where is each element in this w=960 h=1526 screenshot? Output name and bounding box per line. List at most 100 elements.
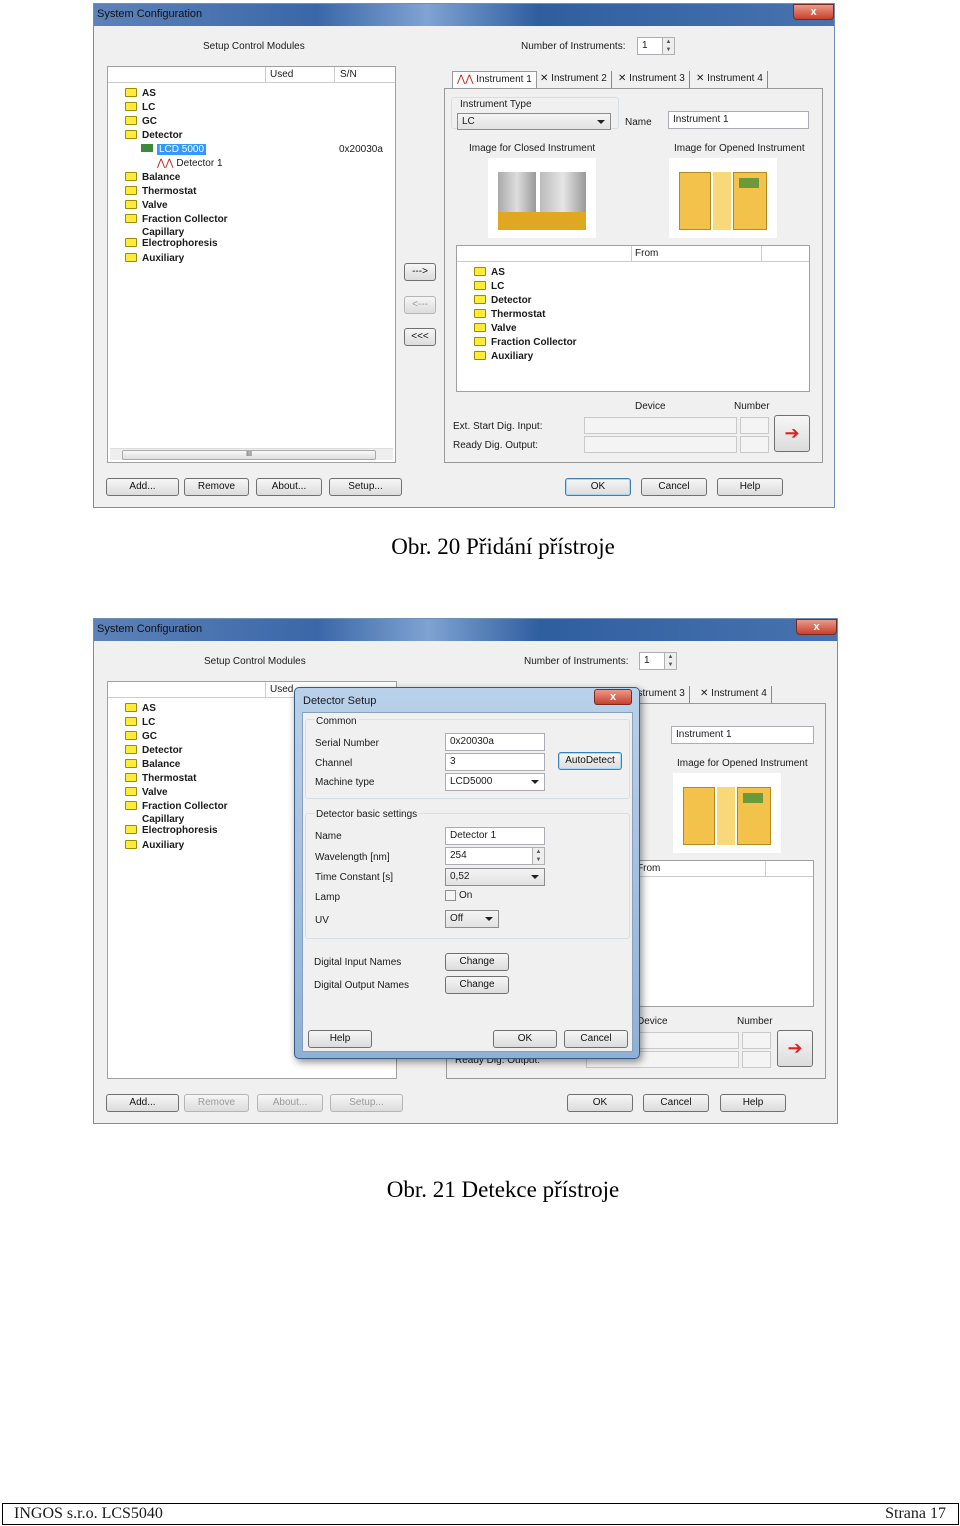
close-button[interactable]: x	[793, 4, 834, 20]
number-of-instruments-input[interactable]: 1	[637, 37, 663, 55]
list-item[interactable]: Auxiliary	[474, 350, 533, 364]
setup-button[interactable]: Setup...	[330, 1094, 403, 1112]
ext-start-number-select[interactable]	[740, 417, 769, 434]
detector-name-input[interactable]: Detector 1	[445, 827, 545, 845]
tree-item[interactable]: Balance	[125, 171, 180, 185]
tree-item[interactable]: ⋀⋀ Detector 1	[157, 157, 223, 171]
instrument-name-input[interactable]: Instrument 1	[671, 726, 814, 744]
cancel-button[interactable]: Cancel	[641, 478, 707, 496]
column-used[interactable]: Used	[270, 684, 293, 695]
tree-item[interactable]: AS	[125, 702, 156, 716]
uv-select[interactable]: Off	[445, 910, 499, 928]
tab-instrument-4[interactable]: ✕ Instrument 4	[692, 71, 768, 88]
change-input-names-button[interactable]: Change	[445, 953, 509, 971]
column-used[interactable]: Used	[270, 69, 293, 80]
column-from[interactable]: From	[637, 863, 660, 874]
close-button[interactable]: x	[796, 619, 837, 635]
channel-input[interactable]: 3	[445, 753, 545, 771]
instrument-name-input[interactable]: Instrument 1	[668, 111, 809, 129]
tree-item[interactable]: AS	[125, 87, 156, 101]
dialog-close-button[interactable]: x	[594, 689, 632, 705]
closed-instrument-image[interactable]	[488, 158, 596, 238]
ready-output-number-select[interactable]	[742, 1051, 771, 1068]
tree-item[interactable]: Capillary Electrophoresis	[125, 814, 232, 836]
ok-button[interactable]: OK	[565, 478, 631, 496]
tree-item[interactable]: Valve	[125, 786, 168, 800]
cancel-button[interactable]: Cancel	[643, 1094, 709, 1112]
available-modules-list[interactable]: From AS LC Detector Thermostat Valve Fraction…	[456, 245, 810, 392]
tree-item[interactable]: Capillary Electrophoresis	[125, 227, 232, 249]
tree-item[interactable]: Fraction Collector	[125, 800, 228, 814]
tab-instrument-4[interactable]: ✕ Instrument 4	[696, 686, 772, 703]
serial-number-input[interactable]: 0x20030a	[445, 733, 545, 751]
modules-tree[interactable]: Used S/N AS LC GC Detector LCD 5000 0x20030a ⋀…	[107, 66, 396, 463]
opened-instrument-image[interactable]	[669, 158, 777, 238]
tree-item[interactable]: Valve	[125, 199, 168, 213]
title-bar[interactable]: System Configuration x	[94, 4, 834, 26]
list-item[interactable]: Valve	[474, 322, 517, 336]
tree-item[interactable]: LC	[125, 716, 155, 730]
add-button[interactable]: Add...	[106, 478, 179, 496]
lamp-on-checkbox[interactable]	[445, 890, 456, 901]
tree-item[interactable]: Auxiliary	[125, 252, 184, 266]
about-button[interactable]: About...	[257, 1094, 323, 1112]
wavelength-input[interactable]: 254	[445, 847, 545, 865]
tree-item[interactable]: Detector	[125, 129, 183, 143]
tab-instrument-3[interactable]: ✕ Instrument 3	[614, 71, 690, 88]
machine-type-select[interactable]: LCD5000	[445, 773, 545, 791]
remove-all-modules-button[interactable]: <<<	[404, 328, 436, 346]
remove-button[interactable]: Remove	[184, 1094, 249, 1112]
list-item[interactable]: LC	[474, 280, 504, 294]
change-output-names-button[interactable]: Change	[445, 976, 509, 994]
opened-instrument-image[interactable]	[673, 773, 781, 853]
tree-item[interactable]: Fraction Collector	[125, 213, 228, 227]
autodetect-button[interactable]: AutoDetect	[558, 752, 622, 770]
dialog-ok-button[interactable]: OK	[493, 1030, 557, 1048]
tree-item[interactable]: GC	[125, 730, 157, 744]
remove-module-button[interactable]: <---	[404, 296, 436, 314]
list-item[interactable]: Thermostat	[474, 308, 545, 322]
tree-header: Used S/N	[108, 67, 395, 83]
wavelength-spinner[interactable]: ▲ ▼	[532, 847, 545, 865]
title-bar[interactable]: System Configuration x	[94, 619, 837, 641]
number-of-instruments-spinner[interactable]: ▲ ▼	[664, 652, 677, 670]
add-module-button[interactable]: --->	[404, 263, 436, 281]
list-item[interactable]: Fraction Collector	[474, 336, 577, 350]
dialog-cancel-button[interactable]: Cancel	[564, 1030, 628, 1048]
tree-item[interactable]: Balance	[125, 758, 180, 772]
tree-item[interactable]: LCD 5000	[141, 143, 207, 157]
ready-output-number-select[interactable]	[740, 436, 769, 453]
about-button[interactable]: About...	[256, 478, 322, 496]
tree-item[interactable]: Thermostat	[125, 772, 196, 786]
tree-item[interactable]: Auxiliary	[125, 839, 184, 853]
list-item[interactable]: AS	[474, 266, 505, 280]
number-of-instruments-spinner[interactable]: ▲ ▼	[662, 37, 675, 55]
time-constant-select[interactable]: 0,52	[445, 868, 545, 886]
setup-button[interactable]: Setup...	[329, 478, 402, 496]
digital-io-button[interactable]: ➔	[774, 415, 810, 452]
ext-start-device-select[interactable]	[584, 417, 737, 434]
column-from[interactable]: From	[635, 248, 658, 259]
scroll-thumb[interactable]: III	[122, 450, 376, 460]
column-sn[interactable]: S/N	[340, 69, 357, 80]
tree-item[interactable]: Detector	[125, 744, 183, 758]
setup-control-modules-label: Setup Control Modules	[204, 656, 306, 667]
instrument-type-select[interactable]: LC	[457, 113, 611, 130]
number-of-instruments-input[interactable]: 1	[639, 652, 665, 670]
remove-button[interactable]: Remove	[184, 478, 249, 496]
help-button[interactable]: Help	[720, 1094, 786, 1112]
add-button[interactable]: Add...	[106, 1094, 179, 1112]
tree-item[interactable]: Thermostat	[125, 185, 196, 199]
list-item[interactable]: Detector	[474, 294, 532, 308]
tab-instrument-2[interactable]: ✕ Instrument 2	[536, 71, 612, 88]
ok-button[interactable]: OK	[567, 1094, 633, 1112]
tree-item[interactable]: GC	[125, 115, 157, 129]
tree-item[interactable]: LC	[125, 101, 155, 115]
horizontal-scrollbar[interactable]: III	[110, 448, 393, 460]
ready-output-device-select[interactable]	[584, 436, 737, 453]
dialog-help-button[interactable]: Help	[308, 1030, 372, 1048]
ext-start-number-select[interactable]	[742, 1032, 771, 1049]
digital-io-button[interactable]: ➔	[777, 1030, 813, 1067]
help-button[interactable]: Help	[717, 478, 783, 496]
tab-instrument-1[interactable]: ⋀⋀ Instrument 1	[452, 71, 537, 88]
